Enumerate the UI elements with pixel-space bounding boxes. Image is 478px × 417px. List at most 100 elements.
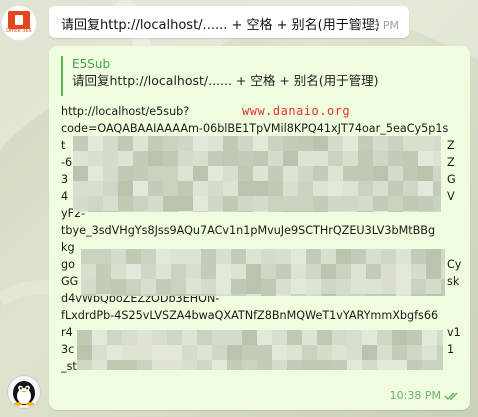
mosaic-tile <box>148 211 163 212</box>
message-line: fLxdrdPb-4S25vLVSZA4bwaQXATNfZ8BnMQWeT1v… <box>61 309 439 322</box>
mosaic-tile <box>253 166 268 181</box>
mosaic-tile <box>253 181 268 196</box>
mosaic-tile <box>321 294 336 296</box>
mosaic-tile <box>313 181 328 196</box>
mosaic-tile <box>148 196 163 211</box>
mosaic-tile <box>298 151 313 166</box>
line-tail <box>447 222 461 239</box>
line-tail: 1 <box>447 343 455 356</box>
mosaic-tile <box>253 196 268 211</box>
mosaic-tile <box>111 279 126 294</box>
mosaic-tile <box>122 345 137 360</box>
mosaic-tile <box>216 294 231 296</box>
line-tail: Z <box>447 139 455 152</box>
line-tail <box>447 358 461 375</box>
mosaic-tile <box>347 330 362 345</box>
mosaic-tile <box>88 196 103 211</box>
outgoing-message-bubble[interactable]: E5Sub 请回复http://localhost/...... + 空格 + … <box>49 46 470 410</box>
mosaic-tile <box>287 330 302 345</box>
mosaic-tile <box>216 279 231 294</box>
incoming-message-bubble[interactable]: 请回复http://localhost/...... + 空格 + 别名(用于管… <box>49 6 409 38</box>
mosaic-tile <box>366 294 381 296</box>
mosaic-tile <box>392 345 407 360</box>
mosaic-tile <box>343 166 358 181</box>
mosaic-tile <box>163 196 178 211</box>
reply-quote[interactable]: E5Sub 请回复http://localhost/...... + 空格 + … <box>61 56 467 96</box>
mosaic-tile <box>118 211 133 212</box>
mosaic-tile <box>246 279 261 294</box>
mosaic-tile <box>238 166 253 181</box>
mosaic-tile <box>302 360 317 370</box>
mosaic-tile <box>186 294 201 296</box>
mosaic-tile <box>373 211 388 212</box>
mosaic-tile <box>152 345 167 360</box>
mosaic-tile <box>223 211 238 212</box>
mosaic-tile <box>118 136 133 151</box>
mosaic-tile <box>283 151 298 166</box>
mosaic-tile <box>156 279 171 294</box>
mosaic-tile <box>178 166 193 181</box>
mosaic-tile <box>362 360 377 370</box>
mosaic-tile <box>238 151 253 166</box>
mosaic-tile <box>291 279 306 294</box>
mosaic-tile <box>396 294 411 296</box>
office365-avatar[interactable]: Office 365 <box>2 6 36 40</box>
mosaic-tile <box>186 249 201 264</box>
mosaic-tile <box>358 211 373 212</box>
mosaic-tile <box>441 264 445 279</box>
mosaic-tile <box>186 279 201 294</box>
mosaic-tile <box>373 196 388 211</box>
mosaic-tile <box>321 264 336 279</box>
mosaic-tile <box>107 360 122 370</box>
mosaic-tile <box>227 345 242 360</box>
mosaic-tile <box>208 181 223 196</box>
mosaic-tile <box>182 345 197 360</box>
mosaic-tile <box>141 264 156 279</box>
mosaic-tile <box>111 294 126 296</box>
mosaic-tile <box>433 136 441 151</box>
mosaic-tile <box>81 249 96 264</box>
mosaic-tile <box>253 211 268 212</box>
mosaic-tile <box>201 294 216 296</box>
mosaic-tile <box>148 136 163 151</box>
mosaic-tile <box>126 294 141 296</box>
mosaic-tile <box>313 211 328 212</box>
mosaic-tile <box>193 196 208 211</box>
mosaic-tile <box>358 196 373 211</box>
mosaic-tile <box>152 330 167 345</box>
mosaic-tile <box>366 249 381 264</box>
mosaic-tile <box>347 360 362 370</box>
mosaic-tile <box>92 345 107 360</box>
mosaic-tile <box>313 136 328 151</box>
mosaic-tile <box>328 211 343 212</box>
mosaic-tile <box>201 279 216 294</box>
mosaic-tile <box>287 345 302 360</box>
mosaic-tile <box>103 136 118 151</box>
mosaic-tile <box>317 360 332 370</box>
mosaic-tile <box>328 136 343 151</box>
mosaic-tile <box>388 151 403 166</box>
mosaic-tile <box>433 151 441 166</box>
mosaic-tile <box>268 181 283 196</box>
mosaic-tile <box>238 136 253 151</box>
mosaic-tile <box>223 151 238 166</box>
mosaic-tile <box>163 136 178 151</box>
mosaic-tile <box>193 166 208 181</box>
penguin-avatar[interactable] <box>8 376 40 408</box>
mosaic-tile <box>197 330 212 345</box>
mosaic-tile <box>407 330 422 345</box>
mosaic-tile <box>343 136 358 151</box>
mosaic-tile <box>242 360 257 370</box>
mosaic-tile <box>257 330 272 345</box>
mosaic-tile <box>141 249 156 264</box>
mosaic-tile <box>118 166 133 181</box>
mosaic-tile <box>336 279 351 294</box>
mosaic-tile <box>422 330 437 345</box>
mosaic-tile <box>253 151 268 166</box>
mosaic-tile <box>411 294 426 296</box>
mosaic-tile <box>373 181 388 196</box>
mosaic-tile <box>231 294 246 296</box>
mosaic-tile <box>178 196 193 211</box>
mosaic-tile <box>133 151 148 166</box>
mosaic-tile <box>298 136 313 151</box>
